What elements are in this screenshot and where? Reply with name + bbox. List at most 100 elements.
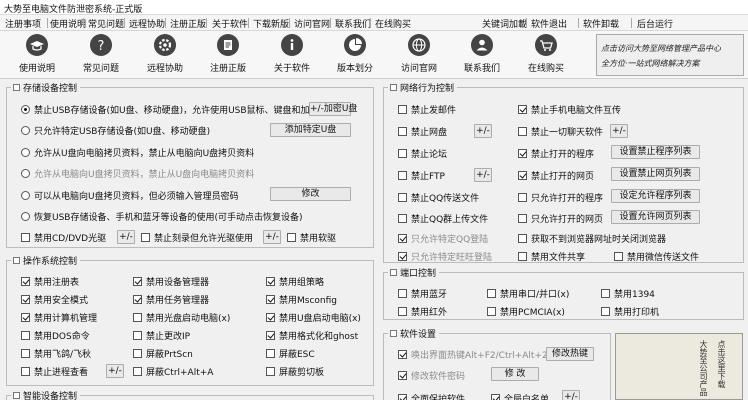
- checkbox[interactable]: [398, 370, 407, 380]
- checkbox[interactable]: [287, 232, 296, 242]
- block-qq-file[interactable]: 禁止QQ传送文件: [398, 191, 479, 204]
- storage-opt-u-to-pc[interactable]: 允许从U盘向电脑拷贝资料，禁止从电脑向U盘拷贝资料: [21, 146, 254, 159]
- process-plus-minus-button[interactable]: +/-: [106, 364, 124, 378]
- checkbox[interactable]: [518, 126, 527, 136]
- checkbox[interactable]: [398, 233, 407, 243]
- block-email[interactable]: 禁止发邮件: [398, 103, 456, 116]
- checkbox[interactable]: [133, 312, 142, 322]
- checkbox[interactable]: [601, 306, 610, 316]
- checkbox[interactable]: [398, 251, 407, 261]
- checkbox[interactable]: [518, 170, 527, 180]
- checkbox[interactable]: [398, 170, 407, 180]
- checkbox[interactable]: [398, 192, 407, 202]
- disable-msconfig[interactable]: 禁用Msconfig: [266, 293, 337, 306]
- disable-file-share[interactable]: 禁用文件共享: [518, 250, 585, 263]
- block-esc[interactable]: 屏蔽ESC: [266, 347, 315, 360]
- disable-serial-parallel[interactable]: 禁用串口/并口(x): [487, 287, 569, 300]
- checkbox[interactable]: [133, 330, 142, 340]
- checkbox[interactable]: [266, 348, 275, 358]
- checkbox[interactable]: [487, 288, 496, 298]
- checkbox[interactable]: [133, 366, 142, 376]
- checkbox[interactable]: [21, 294, 30, 304]
- add-specific-udisk-button[interactable]: 添加特定U盘: [270, 123, 351, 137]
- disable-ip-change[interactable]: 禁止更改IP: [133, 329, 190, 342]
- allow-specific-wangwang[interactable]: 只允许特定旺旺登陆: [398, 250, 492, 263]
- menu-remote-help[interactable]: 远程协助: [129, 17, 165, 30]
- block-phone-transfer[interactable]: 禁止手机电脑文件互传: [518, 103, 621, 116]
- radio-on[interactable]: [21, 104, 30, 114]
- disable-burn-checkbox[interactable]: 禁止刻录但允许光驱使用: [141, 231, 253, 244]
- block-forum[interactable]: 禁止论坛: [398, 147, 447, 160]
- toolbar-manual-button[interactable]: 使用说明: [10, 34, 64, 78]
- checkbox[interactable]: [398, 393, 407, 400]
- checkbox[interactable]: [21, 348, 30, 358]
- checkbox[interactable]: [266, 276, 275, 286]
- radio-off[interactable]: [21, 147, 30, 157]
- checkbox[interactable]: [266, 294, 275, 304]
- disable-safe-mode[interactable]: 禁用安全模式: [21, 293, 88, 306]
- block-web[interactable]: 禁止打开的网页: [518, 169, 594, 182]
- checkbox[interactable]: [133, 294, 142, 304]
- storage-opt-specific-usb[interactable]: 只允许特定USB存储设备(如U盘、移动硬盘): [21, 124, 210, 137]
- menu-contact[interactable]: 联系我们: [335, 17, 371, 30]
- checkbox[interactable]: [518, 233, 527, 243]
- disable-format-ghost[interactable]: 禁用格式化和ghost: [266, 329, 358, 342]
- menu-background-run[interactable]: 后台运行: [637, 17, 673, 30]
- close-browser-no-url[interactable]: 获取不到浏览器网址时关闭浏览器: [518, 232, 666, 245]
- global-whitelist-checkbox[interactable]: 全局白名单: [491, 392, 549, 400]
- checkbox[interactable]: [398, 349, 407, 359]
- block-qq-group-upload[interactable]: 禁止QQ群上传文件: [398, 212, 488, 225]
- checkbox[interactable]: [21, 276, 30, 286]
- set-allow-programs-button[interactable]: 设定允许程序列表: [611, 189, 700, 203]
- block-ftp[interactable]: 禁止FTP: [398, 169, 445, 182]
- modify-password-checkbox[interactable]: 修改软件密码: [398, 369, 465, 382]
- radio-off[interactable]: [21, 168, 30, 178]
- menu-faq[interactable]: 常见问题: [88, 17, 124, 30]
- checkbox[interactable]: [491, 393, 500, 400]
- disable-process-view[interactable]: 禁止进程查看: [21, 365, 88, 378]
- checkbox[interactable]: [133, 276, 142, 286]
- checkbox[interactable]: [398, 126, 407, 136]
- checkbox[interactable]: [398, 104, 407, 114]
- checkbox[interactable]: [141, 232, 150, 242]
- checkbox[interactable]: [398, 213, 407, 223]
- netdisk-plus-minus-button[interactable]: +/-: [474, 124, 492, 138]
- download-calligraphy-image[interactable]: 点击这里下载 大势至公司产品: [615, 333, 743, 400]
- radio-off[interactable]: [21, 190, 30, 200]
- checkbox[interactable]: [21, 312, 30, 322]
- disable-group-policy[interactable]: 禁用组策略: [266, 275, 324, 288]
- radio-off[interactable]: [21, 211, 30, 221]
- full-protection-checkbox[interactable]: 全面保护软件: [398, 392, 465, 400]
- disable-usb-boot[interactable]: 禁用U盘启动电脑(x): [266, 311, 361, 324]
- toolbar-edition-button[interactable]: 版本划分: [328, 34, 382, 78]
- block-clipboard[interactable]: 屏蔽剪切板: [266, 365, 324, 378]
- menu-keyword-load[interactable]: 关键词加載: [482, 17, 527, 30]
- toolbar-remote-button[interactable]: 远程协助: [138, 34, 192, 78]
- block-programs[interactable]: 禁止打开的程序: [518, 147, 594, 160]
- checkbox[interactable]: [518, 213, 527, 223]
- checkbox[interactable]: [614, 251, 623, 261]
- set-allow-web-button[interactable]: 设置允许网页列表: [611, 210, 700, 224]
- modify-password-button[interactable]: 修改: [270, 187, 351, 201]
- disable-dos[interactable]: 禁用DOS命令: [21, 329, 90, 342]
- checkbox[interactable]: [398, 288, 407, 298]
- disable-1394[interactable]: 禁用1394: [601, 287, 655, 300]
- cd-plus-minus-button[interactable]: +/-: [117, 230, 135, 244]
- disable-feige[interactable]: 禁用飞鸽/飞秋: [21, 347, 91, 360]
- checkbox[interactable]: [266, 366, 275, 376]
- disable-bluetooth[interactable]: 禁用蓝牙: [398, 287, 447, 300]
- disable-cd-checkbox[interactable]: 禁用CD/DVD光驱: [21, 231, 106, 244]
- checkbox[interactable]: [21, 366, 30, 376]
- modify-hotkey-button[interactable]: 修改热键: [546, 347, 594, 361]
- storage-opt-pc-to-u-password[interactable]: 可以从电脑向U盘拷贝资料，但必须输入管理员密码: [21, 189, 239, 202]
- disable-registry[interactable]: 禁用注册表: [21, 275, 79, 288]
- disable-cd-boot[interactable]: 禁用光盘启动电脑(x): [133, 311, 230, 324]
- disable-printer[interactable]: 禁用打印机: [601, 305, 659, 318]
- menu-register-notes[interactable]: 注册事项: [5, 17, 41, 30]
- checkbox[interactable]: [518, 192, 527, 202]
- storage-opt-block-usb[interactable]: 禁止USB存储设备(如U盘、移动硬盘)，允许使用USB鼠标、键盘和加密狗: [21, 103, 328, 116]
- disable-floppy-checkbox[interactable]: 禁用软驱: [287, 231, 336, 244]
- menu-download[interactable]: 下载新版: [253, 17, 289, 30]
- allow-specific-qq[interactable]: 只允许特定QQ登陆: [398, 232, 488, 245]
- product-center-banner[interactable]: 点击访问大势至网络管理产品中心 全方位·一站式网络解决方案: [596, 34, 744, 76]
